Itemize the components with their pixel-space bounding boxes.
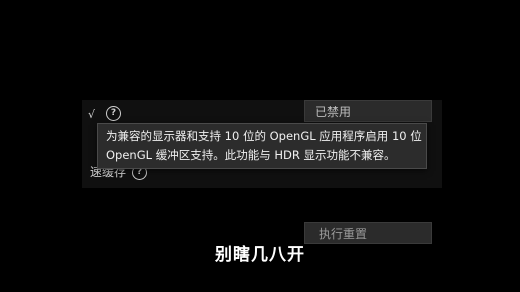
setting-label-fragment: √ xyxy=(88,108,96,121)
setting-dropdown[interactable]: 已禁用 xyxy=(304,100,432,122)
setting-row-10bit: √ ? 已禁用 xyxy=(82,100,442,122)
help-icon[interactable]: ? xyxy=(106,106,121,121)
tooltip-line-1: 为兼容的显示器和支持 10 位的 OpenGL 应用程序启用 10 位 xyxy=(106,129,422,143)
video-frame: √ ? 已禁用 速缓存 ? 执行重置 为兼容的显示器和支持 10 位的 Open… xyxy=(0,0,520,292)
tooltip-line-2: OpenGL 缓冲区支持。此功能与 HDR 显示功能不兼容。 xyxy=(106,148,396,162)
help-tooltip: 为兼容的显示器和支持 10 位的 OpenGL 应用程序启用 10 位 Open… xyxy=(97,123,427,169)
dropdown-value: 已禁用 xyxy=(315,105,352,119)
video-caption: 别瞎几八开 xyxy=(215,245,305,265)
